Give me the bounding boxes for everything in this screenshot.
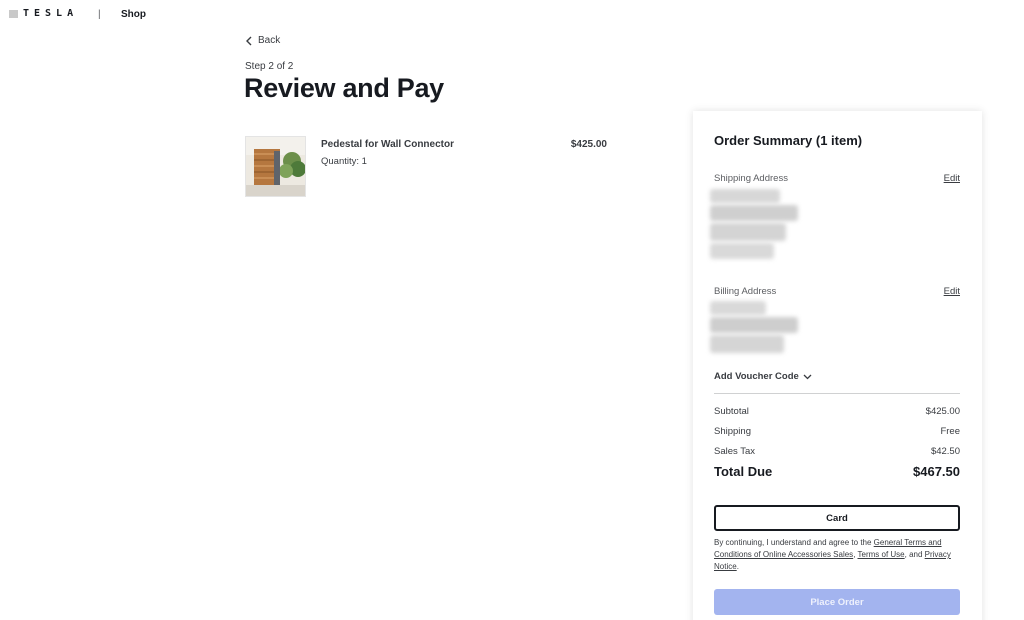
shipping-value: Free — [940, 426, 960, 437]
summary-divider — [714, 393, 960, 394]
order-summary-card: Order Summary (1 item) Shipping Address … — [693, 111, 982, 620]
back-label: Back — [258, 35, 281, 46]
legal-notice: By continuing, I understand and agree to… — [714, 537, 964, 573]
legal-prefix: By continuing, I understand and agree to… — [714, 538, 874, 547]
product-image — [245, 136, 306, 197]
terms-of-use-link[interactable]: Terms of Use — [858, 550, 905, 559]
page-title: Review and Pay — [244, 73, 444, 103]
product-quantity: Quantity: 1 — [321, 156, 367, 167]
subtotal-row: Subtotal $425.00 — [714, 406, 960, 417]
product-name: Pedestal for Wall Connector — [321, 139, 454, 150]
add-voucher-code-toggle[interactable]: Add Voucher Code — [714, 371, 812, 382]
edit-shipping-address-link[interactable]: Edit — [944, 173, 960, 184]
subtotal-value: $425.00 — [925, 406, 960, 417]
site-header: TESLA | Shop — [0, 0, 1024, 30]
place-order-button[interactable]: Place Order — [714, 589, 960, 615]
cart-item: Pedestal for Wall Connector Quantity: 1 … — [245, 136, 607, 198]
sales-tax-row: Sales Tax $42.50 — [714, 446, 960, 457]
shipping-address-label: Shipping Address — [714, 173, 788, 184]
shipping-label: Shipping — [714, 426, 751, 437]
legal-sep-2: , and — [904, 550, 925, 559]
edit-billing-address-link[interactable]: Edit — [944, 286, 960, 297]
subtotal-label: Subtotal — [714, 406, 749, 417]
sales-tax-label: Sales Tax — [714, 446, 756, 457]
product-price: $425.00 — [570, 139, 607, 150]
total-due-label: Total Due — [714, 464, 773, 479]
order-summary-title: Order Summary (1 item) — [714, 133, 863, 148]
total-due-row: Total Due $467.50 — [714, 464, 960, 479]
step-indicator: Step 2 of 2 — [245, 61, 294, 72]
logo-wordmark: TESLA — [23, 8, 79, 19]
billing-address-label: Billing Address — [714, 286, 777, 297]
chevron-left-icon — [246, 36, 252, 45]
logo-mark — [9, 10, 18, 18]
back-link[interactable]: Back — [245, 35, 280, 46]
shop-link[interactable]: Shop — [121, 9, 146, 20]
payment-method-card-button[interactable]: Card — [714, 505, 960, 531]
shipping-row: Shipping Free — [714, 426, 960, 437]
tesla-logo[interactable]: TESLA — [9, 8, 79, 19]
total-due-value: $467.50 — [913, 464, 960, 479]
voucher-label: Add Voucher Code — [714, 371, 799, 382]
sales-tax-value: $42.50 — [930, 446, 960, 457]
header-separator: | — [98, 9, 101, 20]
chevron-down-icon — [803, 374, 812, 379]
legal-suffix: . — [736, 562, 739, 571]
